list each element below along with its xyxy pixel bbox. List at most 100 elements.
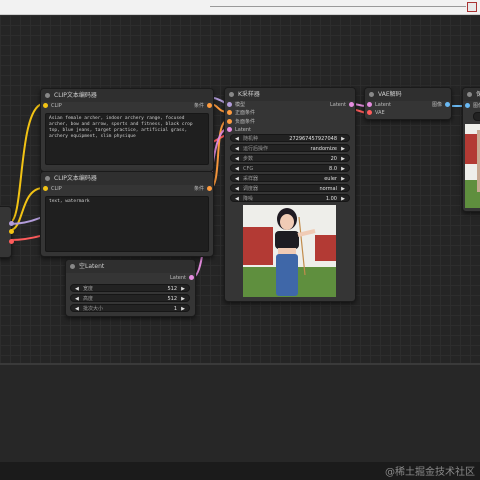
widget-label: 运行后操作 [243,146,269,152]
increment-icon[interactable]: ▶ [341,175,345,183]
port-label: Latent [235,127,252,133]
collapse-dot-icon[interactable] [70,264,75,269]
port-label: CLIP [51,103,62,109]
widget-value: 512 [167,286,177,292]
decrement-icon[interactable]: ◀ [235,155,239,163]
port-label: 模型 [235,102,246,108]
steps-widget[interactable]: ◀ 步数 20 ▶ [230,154,350,162]
clip-input-port[interactable]: CLIP [43,185,62,193]
saved-image-preview [465,124,480,208]
height-widget[interactable]: ◀ 高度 512 ▶ [70,294,190,302]
control-after-generate-widget[interactable]: ◀ 运行后操作 randomize ▶ [230,144,350,152]
increment-icon[interactable]: ▶ [341,145,345,153]
collapse-dot-icon[interactable] [45,176,50,181]
batch-size-widget[interactable]: ◀ 批次大小 1 ▶ [70,304,190,312]
width-widget[interactable]: ◀ 宽度 512 ▶ [70,284,190,292]
prompt-textarea[interactable]: Asian female archer, indoor archery rang… [45,113,209,165]
widget-label: 随机种 [243,136,259,142]
cfg-widget[interactable]: ◀ CFG 8.0 ▶ [230,164,350,172]
port-label: Latent [169,275,186,281]
latent-output-port[interactable]: Latent [170,274,194,282]
increment-icon[interactable]: ▶ [341,165,345,173]
decrement-icon[interactable]: ◀ [235,195,239,203]
seed-widget[interactable]: ◀ 随机种 272967457927048 ▶ [230,134,350,142]
collapse-dot-icon[interactable] [45,93,50,98]
clip-input-port[interactable]: CLIP [43,102,62,110]
vae-decode-node[interactable]: VAE解码 Latent VAE 图像 [364,87,452,120]
node-title: CLIP文本编码器 [41,172,213,185]
latent-input-port[interactable]: Latent [367,101,391,109]
clip-text-encode-negative-node[interactable]: CLIP文本编码器 CLIP 条件 text, watermark [40,171,214,257]
sampler-widget[interactable]: ◀ 采样器 euler ▶ [230,174,350,182]
filename-prefix-widget[interactable] [473,112,480,121]
widget-value: randomize [310,146,337,152]
vae-output-port[interactable] [9,239,14,244]
conditioning-output-port[interactable]: 条件 [194,185,212,193]
port-label: Latent [329,102,346,108]
widget-label: 宽度 [83,286,94,292]
decrement-icon[interactable]: ◀ [235,185,239,193]
decrement-icon[interactable]: ◀ [235,175,239,183]
widget-label: CFG [243,166,254,172]
node-title-text: K采样器 [238,91,260,98]
increment-icon[interactable]: ▶ [341,135,345,143]
decrement-icon[interactable]: ◀ [235,165,239,173]
clip-text-encode-positive-node[interactable]: CLIP文本编码器 CLIP 条件 Asian female archer, i… [40,88,214,172]
node-title: VAE解码 [365,88,451,101]
collapse-dot-icon[interactable] [229,92,234,97]
decrement-icon[interactable]: ◀ [235,135,239,143]
port-label: 图像 [431,102,442,108]
node-title: K采样器 [225,88,355,101]
positive-input-port[interactable]: 正面条件 [227,109,255,117]
denoise-widget[interactable]: ◀ 降噪 1.00 ▶ [230,194,350,202]
latent-input-port[interactable]: Latent [227,126,251,134]
model-output-port[interactable] [9,221,14,226]
model-input-port[interactable]: 模型 [227,101,245,109]
collapse-dot-icon[interactable] [467,92,472,97]
collapse-dot-icon[interactable] [369,92,374,97]
node-title: CLIP文本编码器 [41,89,213,102]
widget-label: 降噪 [243,196,254,202]
decrement-icon[interactable]: ◀ [75,285,79,293]
port-label: 负面条件 [235,119,256,125]
widget-value: 20 [330,156,337,162]
decrement-icon[interactable]: ◀ [75,305,79,313]
port-label: 条件 [193,103,204,109]
increment-icon[interactable]: ▶ [341,185,345,193]
bottom-panel [0,365,480,462]
empty-latent-node[interactable]: 空Latent Latent ◀ 宽度 512 ▶ ◀ 高度 512 ▶ ◀ 批次大小 1 ▶ [65,259,196,317]
decrement-icon[interactable]: ◀ [75,295,79,303]
port-label: CLIP [51,186,62,192]
widget-value: 8.0 [329,166,337,172]
clip-output-port[interactable] [9,229,14,234]
widget-label: 高度 [83,296,94,302]
widget-label: 采样器 [243,176,259,182]
widget-value: 512 [167,296,177,302]
increment-icon[interactable]: ▶ [341,195,345,203]
node-title-text: 空Latent [79,263,105,270]
node-title-text: CLIP文本编码器 [54,175,97,182]
latent-output-port[interactable]: Latent [330,101,354,109]
save-image-node[interactable]: 保 图像 [462,87,480,212]
checkpoint-loader-node[interactable] [0,206,14,258]
negative-input-port[interactable]: 负面条件 [227,118,255,126]
widget-value: 1 [173,306,177,312]
ksampler-node[interactable]: K采样器 模型 正面条件 负面条件 Latent Latent ◀ 随机种 2729… [224,87,356,302]
node-title: 保 [463,88,480,101]
scheduler-widget[interactable]: ◀ 调度器 normal ▶ [230,184,350,192]
increment-icon[interactable]: ▶ [341,155,345,163]
increment-icon[interactable]: ▶ [181,285,185,293]
image-output-port[interactable]: 图像 [432,101,450,109]
node-title-text: VAE解码 [378,91,402,98]
vae-input-port[interactable]: VAE [367,109,385,117]
port-label: Latent [375,102,392,108]
increment-icon[interactable]: ▶ [181,305,185,313]
widget-label: 步数 [243,156,254,162]
node-title-text: CLIP文本编码器 [54,92,97,99]
increment-icon[interactable]: ▶ [181,295,185,303]
decrement-icon[interactable]: ◀ [235,145,239,153]
prompt-textarea[interactable]: text, watermark [45,196,209,252]
widget-value: normal [319,186,337,192]
image-input-port[interactable]: 图像 [465,102,480,110]
conditioning-output-port[interactable]: 条件 [194,102,212,110]
